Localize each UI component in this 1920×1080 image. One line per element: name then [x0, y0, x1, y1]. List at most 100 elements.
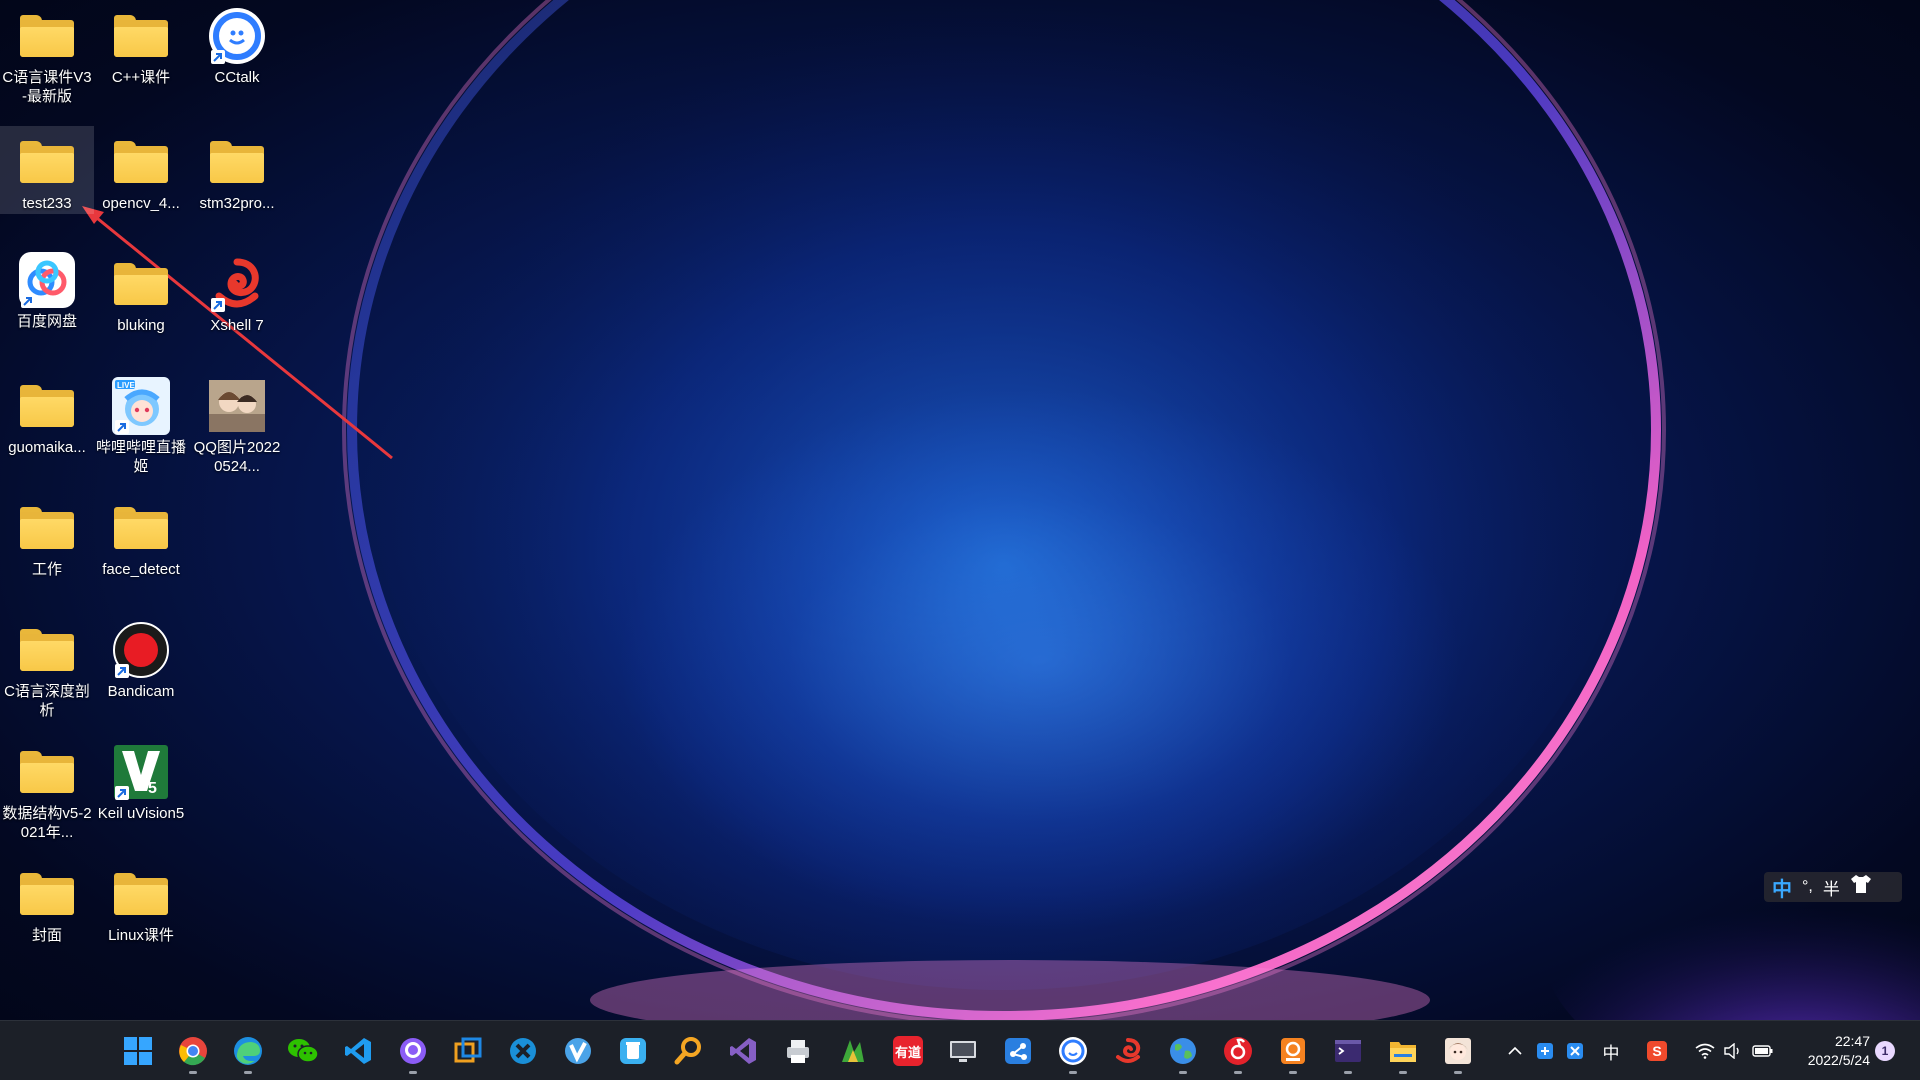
folder-icon: [111, 498, 171, 558]
shortcut-arrow-icon: [115, 664, 129, 678]
taskbar-app-search[interactable]: [668, 1031, 708, 1071]
vmware-icon: [454, 1037, 482, 1063]
wallpaper: [82, 0, 1920, 1020]
desktop-icon-label: 哔哩哔哩直播姬: [95, 439, 186, 475]
tray-ime-indicator[interactable]: 中: [1600, 1038, 1622, 1064]
sogou-ime-icon[interactable]: S: [1646, 1038, 1668, 1064]
desktop-icon-work[interactable]: 工作: [0, 492, 94, 610]
desktop-icon-cctalk[interactable]: CCtalk: [190, 0, 284, 118]
desktop-icon-label: Bandicam: [107, 683, 175, 700]
desktop-icon-c-course[interactable]: C语言课件V3-最新版: [0, 0, 94, 118]
desktop-icon-stm32[interactable]: stm32pro...: [190, 126, 284, 244]
taskbar-app-recycle[interactable]: [613, 1031, 653, 1071]
ime-mode-indicator[interactable]: 中: [1772, 873, 1792, 902]
taskbar-app-globe[interactable]: [1163, 1031, 1203, 1074]
folder-icon: [17, 6, 77, 66]
taskbar-app-xmind[interactable]: [503, 1031, 543, 1071]
desktop-icon-bluking[interactable]: bluking: [94, 248, 188, 366]
taskbar-app-network-tool[interactable]: [998, 1031, 1038, 1071]
taskbar-app-v[interactable]: [558, 1031, 598, 1071]
desktop-icon-opencv[interactable]: opencv_4...: [94, 126, 188, 244]
desktop-icon-label: opencv_4...: [102, 195, 180, 212]
cctalk-icon: [207, 6, 267, 66]
taskbar-app-youdao[interactable]: 有道: [888, 1031, 928, 1071]
running-indicator: [1179, 1071, 1187, 1074]
desktop-icon-cover[interactable]: 封面: [0, 858, 94, 976]
printer-icon: [787, 1040, 809, 1063]
tray-second-app[interactable]: [1564, 1038, 1586, 1064]
desktop-icon-label: test233: [22, 195, 72, 212]
taskbar-app-wechat[interactable]: [283, 1031, 323, 1071]
desktop-icon-linux-course[interactable]: Linux课件: [94, 858, 188, 976]
taskbar-app-vscode[interactable]: [338, 1031, 378, 1071]
tray-bluetooth-app[interactable]: [1534, 1038, 1556, 1064]
shirt-icon[interactable]: [1850, 874, 1872, 900]
desktop-icon-label: 封面: [31, 927, 62, 944]
bilibili-live-icon: LIVE: [111, 376, 171, 436]
battery-icon[interactable]: [1752, 1038, 1774, 1064]
taskbar-app-github-desktop[interactable]: [393, 1031, 433, 1074]
taskbar-app-chrome[interactable]: [173, 1031, 213, 1074]
search-tool-icon: [674, 1037, 701, 1065]
desktop-icon-guomaika[interactable]: guomaika...: [0, 370, 94, 488]
tray-app-icon: [1567, 1043, 1583, 1059]
desktop-icon-cpp-course[interactable]: C++课件: [94, 0, 188, 118]
folder-icon: [17, 376, 77, 436]
desktop-icon-test233[interactable]: test233: [0, 126, 94, 214]
desktop-icon-label: 百度网盘: [16, 313, 77, 330]
xshell-icon: [207, 254, 267, 314]
running-indicator: [1069, 1071, 1077, 1074]
taskbar-app-file-explorer[interactable]: [1383, 1031, 1423, 1074]
taskbar-app-cctalk[interactable]: [1053, 1031, 1093, 1074]
desktop-icon-data-structure[interactable]: 数据结构v5-2021年...: [0, 736, 94, 854]
running-indicator: [409, 1071, 417, 1074]
taskbar-app-pdf[interactable]: [1273, 1031, 1313, 1074]
taskbar: 有道 中 S 22:47 2022/5/24 1: [0, 1020, 1920, 1080]
desktop-icon-label: Xshell 7: [210, 317, 264, 334]
taskbar-app-anime-avatar[interactable]: [1438, 1031, 1478, 1074]
edge-icon: [234, 1037, 262, 1065]
taskbar-app-vmware[interactable]: [448, 1031, 488, 1071]
folder-icon: [207, 132, 267, 192]
taskbar-app-edge[interactable]: [228, 1031, 268, 1074]
taskbar-app-printer[interactable]: [778, 1031, 818, 1071]
desktop-icon-face-detect[interactable]: face_detect: [94, 492, 188, 610]
show-hidden-icons-button[interactable]: [1504, 1038, 1526, 1064]
ime-floating-bar[interactable]: 中 °, 半: [1764, 872, 1902, 902]
desktop-icon-label: C语言课件V3-最新版: [2, 69, 92, 105]
desktop-icon-label: C++课件: [111, 69, 171, 86]
start-button[interactable]: [118, 1031, 158, 1071]
shortcut-arrow-icon: [21, 294, 35, 308]
desktop[interactable]: C语言课件V3-最新版 test233 百度网盘 guomaika... 工作 …: [0, 0, 1920, 1020]
volume-icon[interactable]: [1722, 1038, 1744, 1064]
taskbar-app-game[interactable]: [833, 1031, 873, 1071]
running-indicator: [1289, 1071, 1297, 1074]
pdf-icon: [1281, 1038, 1305, 1064]
notification-badge[interactable]: 1: [1875, 1041, 1895, 1061]
folder-icon: [111, 864, 171, 924]
ime-width-toggle[interactable]: 半: [1823, 875, 1840, 900]
desktop-icon-c-deep[interactable]: C语言深度剖析: [0, 614, 94, 732]
taskbar-app-terminal[interactable]: [1328, 1031, 1368, 1074]
desktop-icon-xshell[interactable]: Xshell 7: [190, 248, 284, 366]
desktop-icon-bilibili-live[interactable]: LIVE 哔哩哔哩直播姬: [94, 370, 188, 488]
taskbar-app-monitor[interactable]: [943, 1031, 983, 1071]
folder-icon: [17, 742, 77, 802]
desktop-icon-baidu-netdisk[interactable]: 百度网盘: [0, 244, 94, 362]
wifi-icon[interactable]: [1694, 1038, 1716, 1064]
folder-icon: [111, 254, 171, 314]
v-app-icon: [565, 1038, 591, 1064]
ime-punctuation-toggle[interactable]: °,: [1802, 878, 1813, 896]
taskbar-app-netease-music[interactable]: [1218, 1031, 1258, 1074]
monitor-icon: [950, 1041, 976, 1062]
desktop-icon-qq-image[interactable]: QQ图片20220524...: [190, 370, 284, 488]
desktop-icon-bandicam[interactable]: Bandicam: [94, 614, 188, 732]
youdao-icon: 有道: [893, 1036, 923, 1066]
tray-app-icon: [1537, 1043, 1553, 1059]
desktop-icon-keil[interactable]: 5 Keil uVision5: [94, 736, 188, 854]
taskbar-app-visual-studio[interactable]: [723, 1031, 763, 1071]
system-clock[interactable]: 22:47 2022/5/24: [1792, 1032, 1870, 1070]
taskbar-app-xshell[interactable]: [1108, 1031, 1148, 1071]
folder-icon: [17, 620, 77, 680]
svg-text:5: 5: [148, 780, 157, 797]
